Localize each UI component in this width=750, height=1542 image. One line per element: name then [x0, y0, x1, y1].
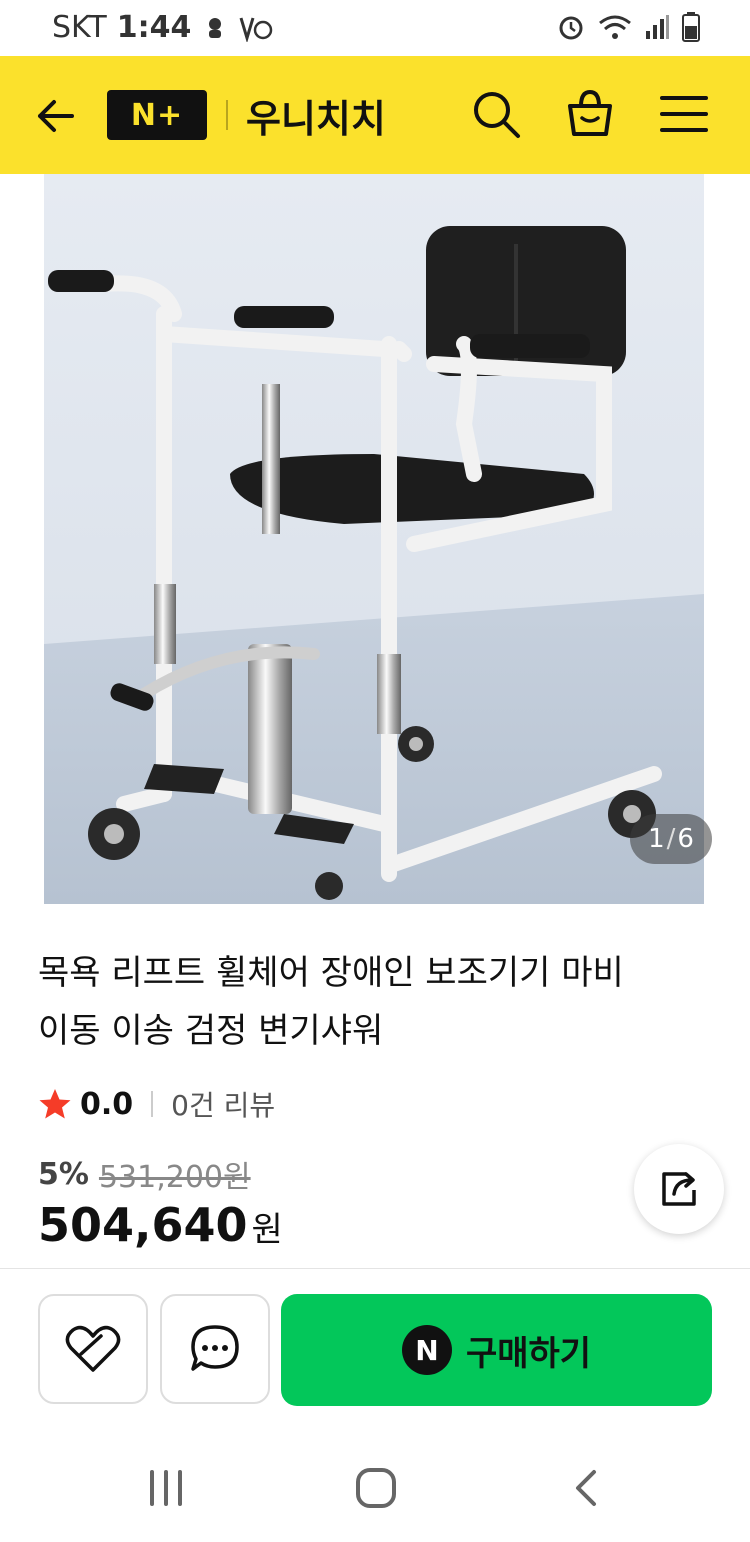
store-name[interactable]: 우니치치: [246, 88, 386, 143]
back-arrow-icon[interactable]: [32, 92, 80, 140]
recent-apps-icon: [150, 1470, 182, 1506]
search-icon[interactable]: [470, 88, 522, 140]
wishlist-heart-icon: [65, 1325, 121, 1372]
header-divider: [226, 100, 228, 130]
share-icon: [662, 1172, 696, 1206]
buy-button-label: 구매하기: [465, 1333, 592, 1374]
volte-icon: [239, 17, 273, 42]
system-nav-bar: [0, 1430, 750, 1542]
shopping-bag-icon[interactable]: [564, 88, 616, 140]
wifi-icon: [599, 15, 631, 39]
discount-row: 5% 531,200원: [38, 1152, 251, 1196]
discount-rate: 5%: [38, 1156, 89, 1192]
image-counter-total: 6: [677, 824, 694, 854]
naver-pay-badge: N: [401, 1325, 452, 1375]
product-image[interactable]: [44, 174, 704, 904]
image-counter-current: 1: [648, 824, 665, 854]
product-title: 목욕 리프트 휠체어 장애인 보조기기 마비 이동 이송 검정 변기샤워: [38, 944, 698, 1060]
status-bar: SKT 1:44: [0, 0, 750, 56]
image-counter: 1/6: [630, 814, 712, 864]
signal-icon: [646, 15, 669, 39]
rating-divider: [151, 1091, 154, 1117]
clock: 1:44: [116, 10, 192, 45]
back-button[interactable]: [556, 1458, 616, 1518]
product-title-line1: 목욕 리프트 휠체어 장애인 보조기기 마비: [38, 953, 624, 993]
original-price: 531,200원: [98, 1160, 251, 1195]
wishlist-button[interactable]: [38, 1294, 148, 1404]
review-count[interactable]: 0건 리뷰: [171, 1084, 275, 1124]
currency-unit: 원: [251, 1210, 283, 1250]
home-icon: [356, 1468, 396, 1508]
notification-icon: [209, 17, 222, 38]
menu-icon[interactable]: [658, 88, 710, 140]
image-counter-separator: /: [666, 824, 676, 854]
rating-score: 0.0: [80, 1086, 134, 1122]
naver-plus-logo[interactable]: N+: [107, 90, 207, 140]
sale-price: 504,640: [38, 1198, 248, 1252]
price-row: 504,640 원: [38, 1198, 283, 1252]
share-button[interactable]: [634, 1144, 724, 1234]
chat-icon: [191, 1325, 239, 1371]
buy-button[interactable]: N 구매하기: [281, 1294, 712, 1406]
battery-icon: [682, 12, 700, 42]
home-button[interactable]: [346, 1458, 406, 1518]
nav-back-icon: [576, 1470, 596, 1506]
recent-apps-button[interactable]: [136, 1458, 196, 1518]
star-icon: [39, 1089, 71, 1119]
alarm-icon: [559, 16, 583, 40]
wheelchair-lift-photo: [44, 174, 704, 904]
product-title-line2: 이동 이송 검정 변기샤워: [38, 1011, 384, 1051]
carrier-label: SKT: [52, 10, 107, 45]
top-header: N+ 우니치치: [0, 56, 750, 174]
rating-row[interactable]: 0.0 0건 리뷰: [38, 1084, 275, 1124]
chat-button[interactable]: [160, 1294, 270, 1404]
